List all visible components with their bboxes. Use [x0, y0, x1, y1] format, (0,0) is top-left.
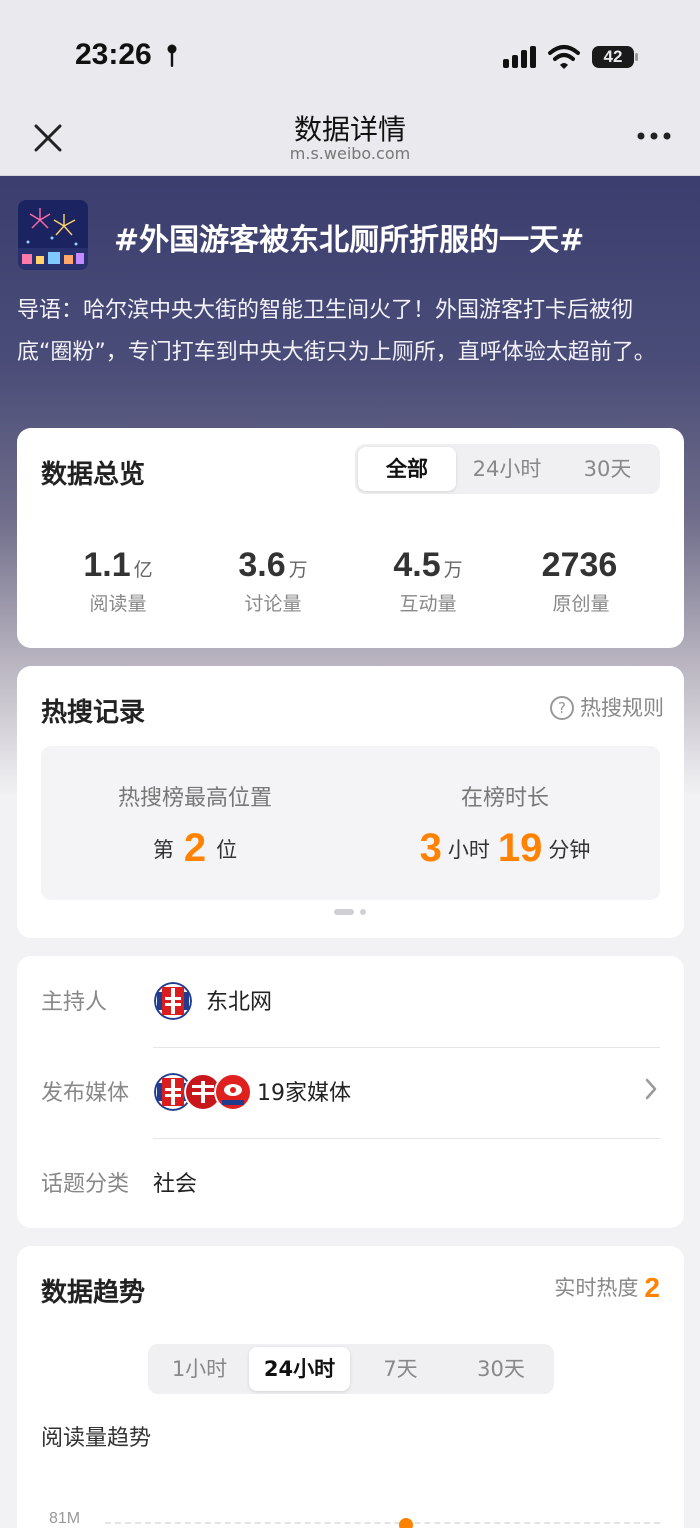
- chart-data-point: [399, 1518, 413, 1528]
- peak-position: 热搜榜最高位置 第2位: [45, 780, 345, 871]
- trend-title: 数据趋势: [41, 1278, 146, 1308]
- topic-intro: 导语：哈尔滨中央大街的智能卫生间火了！外国游客打卡后被彻底“圈粉”，专门打车到中…: [17, 298, 656, 365]
- location-icon: [167, 44, 177, 67]
- media-row[interactable]: 发布媒体 19家媒体: [41, 1047, 660, 1137]
- stat-interact: 4.5 万 互动量: [353, 546, 503, 616]
- data-overview-card: 数据总览 全部 24小时 30天 1.1 亿 阅读量 3.6 万 讨论量 4.5 万 …: [17, 428, 684, 648]
- peak-prefix: 第: [152, 838, 174, 862]
- stat-discuss-value: 3.6: [238, 546, 286, 584]
- stat-interact-value: 4.5: [393, 546, 441, 584]
- more-icon[interactable]: [636, 130, 672, 142]
- stat-interact-label: 互动量: [399, 593, 457, 615]
- trend-time-tabs: 1小时 24小时 7天 30天: [148, 1344, 554, 1394]
- tab-30d[interactable]: 30天: [558, 447, 657, 491]
- stat-discuss-label: 讨论量: [244, 593, 302, 615]
- media-count: 19家媒体: [257, 1081, 351, 1106]
- rules-label: 热搜规则: [580, 696, 664, 720]
- stat-discuss: 3.6 万 讨论量: [198, 546, 348, 616]
- stat-original: 2736 原创量: [506, 546, 656, 616]
- hot-search-card: 热搜记录 ? 热搜规则 热搜榜最高位置 第2位 在榜时长 3 小时 19 分钟: [17, 666, 684, 938]
- category-label: 话题分类: [41, 1172, 130, 1197]
- stat-interact-unit: 万: [443, 559, 463, 581]
- peak-position-value: 2: [183, 826, 207, 870]
- tab-all[interactable]: 全部: [358, 447, 456, 491]
- duration-hours: 3: [419, 826, 442, 870]
- duration-minutes: 19: [497, 826, 543, 870]
- peak-position-label: 热搜榜最高位置: [117, 786, 272, 811]
- data-trend-card: 数据趋势 实时热度 2 1小时 24小时 7天 30天 阅读量趋势 81M: [17, 1246, 684, 1528]
- peak-suffix: 位: [216, 838, 238, 862]
- signal-icon: [503, 46, 536, 68]
- read-trend-subtitle: 阅读量趋势: [41, 1426, 152, 1451]
- minutes-unit: 分钟: [548, 838, 591, 862]
- chart-grid-line: [105, 1522, 660, 1524]
- page-title: 数据详情: [293, 113, 406, 146]
- wifi-icon: [548, 45, 580, 69]
- hot-search-title: 热搜记录: [41, 698, 146, 728]
- realtime-heat-value: 2: [644, 1272, 660, 1303]
- stat-read-label: 阅读量: [89, 593, 147, 615]
- stat-discuss-unit: 万: [288, 559, 308, 581]
- topic-info-card: 主持人 东北网 发布媒体 19家媒体 话题分类 社会: [17, 956, 684, 1228]
- hot-search-panel[interactable]: 热搜榜最高位置 第2位 在榜时长 3 小时 19 分钟: [41, 746, 660, 900]
- page-url: m.s.weibo.com: [289, 144, 411, 163]
- host-label: 主持人: [41, 990, 108, 1015]
- duration-label: 在榜时长: [460, 786, 549, 811]
- stat-original-label: 原创量: [552, 593, 610, 615]
- y-axis-tick: 81M: [49, 1510, 81, 1527]
- hot-search-rules-link[interactable]: ? 热搜规则: [550, 692, 664, 722]
- tab-1h[interactable]: 1小时: [151, 1347, 248, 1391]
- tab-24h[interactable]: 24小时: [249, 1347, 350, 1391]
- battery-level: 42: [603, 47, 623, 66]
- tab-7d[interactable]: 7天: [350, 1347, 451, 1391]
- category-value: 社会: [153, 1172, 198, 1197]
- topic-thumbnail: [18, 200, 88, 270]
- tab-24h[interactable]: 24小时: [456, 447, 558, 491]
- eye-media-logo-icon: [214, 1073, 252, 1111]
- on-list-duration: 在榜时长 3 小时 19 分钟: [355, 780, 655, 871]
- stat-read-value: 1.1: [83, 546, 131, 584]
- stat-read-unit: 亿: [133, 559, 153, 581]
- hours-unit: 小时: [447, 838, 490, 862]
- overview-time-tabs: 全部 24小时 30天: [355, 444, 660, 494]
- status-time: 23:26: [75, 38, 152, 71]
- tab-30d[interactable]: 30天: [451, 1347, 551, 1391]
- stat-read: 1.1 亿 阅读量: [43, 546, 193, 616]
- status-bar: 23:26 42: [0, 0, 700, 110]
- category-row: 话题分类 社会: [41, 1138, 660, 1228]
- realtime-heat-label: 实时热度: [554, 1276, 639, 1300]
- media-label: 发布媒体: [41, 1081, 130, 1106]
- realtime-heat: 实时热度 2: [554, 1272, 660, 1304]
- battery-icon: 42: [592, 46, 638, 68]
- overview-title: 数据总览: [41, 460, 146, 490]
- dbw-logo-icon: [154, 982, 192, 1020]
- host-name: 东北网: [206, 990, 273, 1015]
- nav-bar: 数据详情 m.s.weibo.com: [0, 100, 700, 176]
- stat-original-value: 2736: [541, 546, 618, 584]
- chevron-right-icon: [645, 1078, 657, 1100]
- help-icon: ?: [550, 696, 574, 720]
- page-indicator: [334, 909, 366, 915]
- topic-title: #外国游客被东北厕所折服的一天#: [114, 223, 585, 258]
- host-row[interactable]: 主持人 东北网: [41, 956, 660, 1046]
